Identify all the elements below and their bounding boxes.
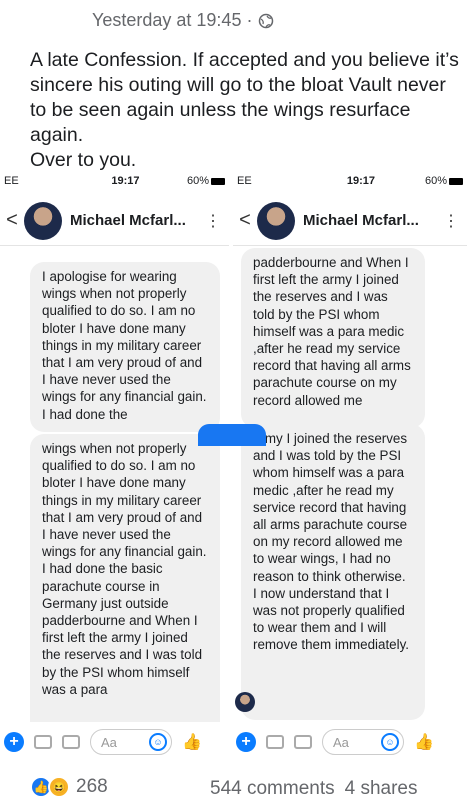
emoji-icon[interactable]: ☺ (381, 733, 399, 751)
thumbs-up-icon[interactable]: 👍 (414, 732, 434, 752)
contact-name[interactable]: Michael Mcfarl... (303, 212, 419, 229)
camera-icon[interactable] (266, 735, 284, 749)
battery-indicator: 60% (187, 175, 225, 187)
battery-percent: 60% (186, 175, 209, 187)
plus-icon[interactable]: + (4, 732, 24, 752)
status-bar: EE 19:17 60% (0, 170, 229, 192)
image-icon[interactable] (62, 735, 80, 749)
image-icon[interactable] (294, 735, 312, 749)
engagement-counts: 544 comments 4 shares (210, 778, 418, 800)
haha-reaction-icon: 😆 (48, 776, 70, 798)
screenshot-left[interactable]: EE 19:17 60% < Michael Mcfarl... ⋮ I apo… (0, 170, 229, 740)
contact-avatar[interactable] (257, 201, 295, 240)
more-options-icon[interactable]: ⋮ (205, 211, 221, 231)
battery-indicator: 60% (425, 175, 463, 187)
message-bubble: I apologise for wearing wings when not p… (30, 262, 220, 432)
post-timestamp[interactable]: Yesterday at 19:45 · (92, 10, 252, 31)
message-bubble: wings when not properly qualified to do … (30, 434, 220, 740)
carrier-label: EE (4, 175, 19, 187)
emoji-icon[interactable]: ☺ (149, 733, 167, 751)
battery-percent: 60% (424, 175, 447, 187)
carrier-label: EE (237, 175, 252, 187)
attached-screenshots[interactable]: EE 19:17 60% < Michael Mcfarl... ⋮ I apo… (0, 170, 467, 740)
message-bubble: padderbourne and When I first left the a… (241, 248, 425, 428)
chat-header: < Michael Mcfarl... ⋮ (233, 196, 467, 246)
message-input[interactable]: Aa ☺ (322, 729, 404, 755)
plus-icon[interactable]: + (236, 732, 256, 752)
more-options-icon[interactable]: ⋮ (443, 211, 459, 231)
screenshot-right[interactable]: EE 19:17 60% < Michael Mcfarl... ⋮ padde… (233, 170, 467, 740)
shares-count[interactable]: 4 shares (345, 778, 418, 800)
scroll-to-bottom-indicator (198, 424, 266, 446)
post-meta: Yesterday at 19:45 · (92, 10, 274, 31)
message-bubble: army I joined the reserves and I was tol… (241, 424, 425, 720)
message-composer-right: + Aa ☺ 👍 (232, 722, 467, 762)
post-text: A late Confession. If accepted and you b… (30, 49, 459, 171)
back-chevron-icon[interactable]: < (233, 209, 257, 232)
status-time: 19:17 (346, 175, 376, 187)
globe-icon (259, 13, 274, 28)
status-bar: EE 19:17 60% (233, 170, 467, 192)
message-input-placeholder: Aa (101, 734, 117, 750)
camera-icon[interactable] (34, 735, 52, 749)
comments-count[interactable]: 544 comments (210, 778, 335, 800)
contact-avatar[interactable] (24, 201, 62, 240)
message-composer-left: + Aa ☺ 👍 (0, 722, 232, 762)
contact-name[interactable]: Michael Mcfarl... (70, 212, 186, 229)
screenshot-divider (229, 170, 233, 740)
message-input-placeholder: Aa (333, 734, 349, 750)
reaction-count: 268 (76, 776, 108, 797)
battery-icon (449, 177, 463, 185)
chat-header: < Michael Mcfarl... ⋮ (0, 196, 229, 246)
sender-avatar (235, 692, 255, 712)
battery-icon (211, 177, 225, 185)
status-time: 19:17 (111, 175, 140, 187)
back-chevron-icon[interactable]: < (0, 209, 24, 232)
message-input[interactable]: Aa ☺ (90, 729, 172, 755)
thumbs-up-icon[interactable]: 👍 (182, 732, 202, 752)
reaction-summary[interactable]: 👍 😆 268 (30, 776, 108, 798)
